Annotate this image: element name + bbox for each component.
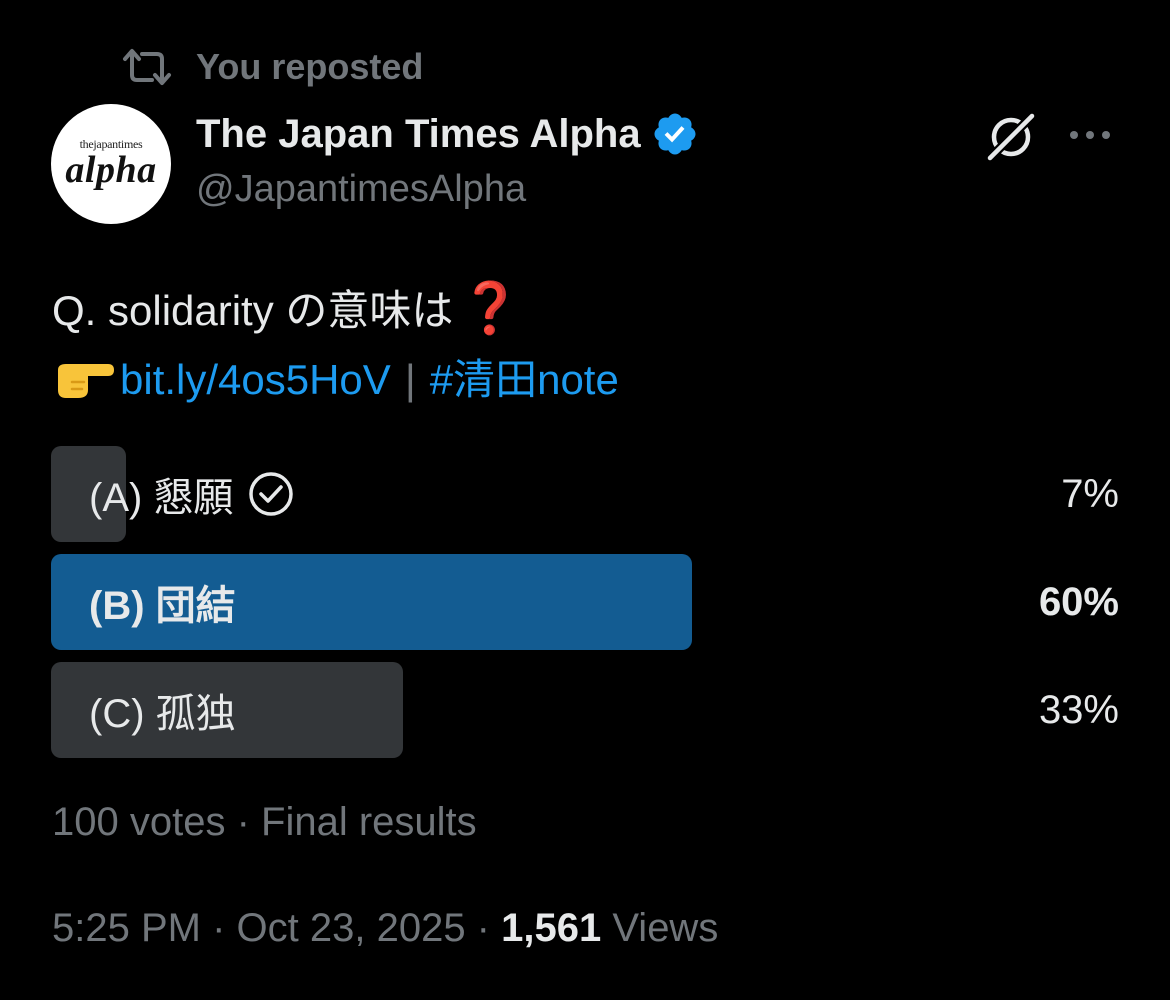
repost-icon: [122, 44, 172, 90]
views-label: Views: [612, 906, 719, 950]
short-link[interactable]: bit.ly/4os5HoV: [120, 356, 391, 403]
more-options-icon[interactable]: [1066, 120, 1114, 150]
poll-option-percent: 33%: [1038, 687, 1119, 732]
poll-option-label: (B) 団結: [89, 584, 236, 628]
author-handle[interactable]: @JapantimesAlpha: [196, 168, 526, 211]
grok-icon[interactable]: [984, 110, 1038, 164]
poll-option-label-row: (B) 団結: [89, 554, 236, 650]
poll-option: (C) 孤独 33%: [51, 662, 1119, 758]
tweet-text: Q. solidarity の意味は ❓ bit.ly/4os5HoV | #清田no…: [52, 272, 1132, 416]
poll-option-label-row: (C) 孤独: [89, 662, 236, 758]
repost-label: You reposted: [196, 46, 424, 87]
views-count: 1,561: [501, 906, 602, 950]
tweet-line-links: bit.ly/4os5HoV | #清田note: [52, 344, 1132, 416]
question-mark-emoji: ❓: [459, 280, 522, 336]
meta-dot: ·: [200, 906, 237, 950]
poll: (A) 懇願 7% (B) 団結 60% (C) 孤独 33%: [51, 446, 1119, 770]
tweet-line-question: Q. solidarity の意味は ❓: [52, 272, 1132, 344]
avatar-logo-text: alpha: [65, 148, 157, 191]
poll-option-percent: 60%: [1038, 579, 1119, 624]
poll-option-label: (C) 孤独: [89, 692, 236, 736]
poll-option: (B) 団結 60%: [51, 554, 1119, 650]
poll-option: (A) 懇願 7%: [51, 446, 1119, 542]
poll-footer: 100 votes · Final results: [52, 800, 477, 844]
avatar[interactable]: thejapantimes alpha: [51, 104, 171, 224]
tweet-time[interactable]: 5:25 PM: [52, 906, 201, 950]
verified-badge-icon: [654, 113, 696, 155]
question-text: Q. solidarity の意味は: [52, 287, 454, 334]
poll-option-label-row: (A) 懇願: [89, 446, 295, 542]
voted-check-icon: [249, 472, 294, 516]
pointing-finger-icon: [58, 364, 114, 398]
poll-option-label: (A) 懇願: [89, 476, 234, 520]
poll-option-percent: 7%: [1061, 471, 1119, 516]
meta-dot: ·: [465, 906, 502, 950]
separator: |: [404, 356, 416, 403]
repost-header: You reposted: [122, 44, 423, 90]
tweet-date[interactable]: Oct 23, 2025: [237, 906, 466, 950]
author-display-name[interactable]: The Japan Times Alpha: [196, 112, 641, 157]
tweet-meta: 5:25 PM · Oct 23, 2025 · 1,561 Views: [52, 906, 718, 951]
author-name-row: The Japan Times Alpha: [196, 108, 699, 160]
hashtag-link[interactable]: #清田note: [430, 356, 619, 403]
